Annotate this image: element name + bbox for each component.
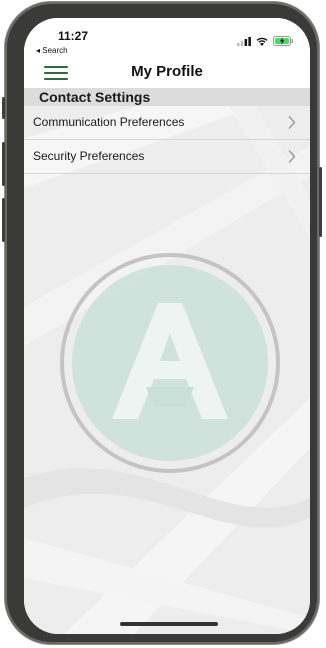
volume-up-button bbox=[2, 142, 5, 186]
mute-switch bbox=[2, 97, 5, 119]
status-icons bbox=[237, 36, 294, 46]
wifi-icon bbox=[256, 37, 268, 46]
signal-icon bbox=[237, 36, 251, 46]
navigation-bar: My Profile bbox=[24, 58, 310, 88]
phone-frame: 11:27 ◂ Search My Profile Contact Settin… bbox=[2, 2, 322, 644]
list-item-label: Communication Preferences bbox=[33, 115, 185, 129]
power-button bbox=[319, 167, 322, 237]
phone-screen: 11:27 ◂ Search My Profile Contact Settin… bbox=[24, 18, 310, 634]
battery-charging-icon bbox=[273, 36, 294, 46]
section-title: Contact Settings bbox=[39, 89, 151, 105]
page-title: My Profile bbox=[131, 63, 203, 80]
list-item-label: Security Preferences bbox=[33, 149, 145, 163]
status-bar: 11:27 ◂ Search bbox=[24, 18, 310, 58]
watermark-logo bbox=[60, 253, 280, 473]
settings-list: Communication Preferences Security Prefe… bbox=[24, 106, 310, 174]
home-indicator[interactable] bbox=[120, 622, 218, 626]
chevron-right-icon bbox=[288, 116, 296, 129]
section-header: Contact Settings bbox=[24, 88, 310, 106]
back-to-search-link[interactable]: ◂ Search bbox=[36, 46, 68, 55]
volume-down-button bbox=[2, 198, 5, 242]
status-time: 11:27 bbox=[58, 29, 89, 43]
list-item-security-preferences[interactable]: Security Preferences bbox=[24, 140, 310, 174]
chevron-right-icon bbox=[288, 150, 296, 163]
list-item-communication-preferences[interactable]: Communication Preferences bbox=[24, 106, 310, 140]
